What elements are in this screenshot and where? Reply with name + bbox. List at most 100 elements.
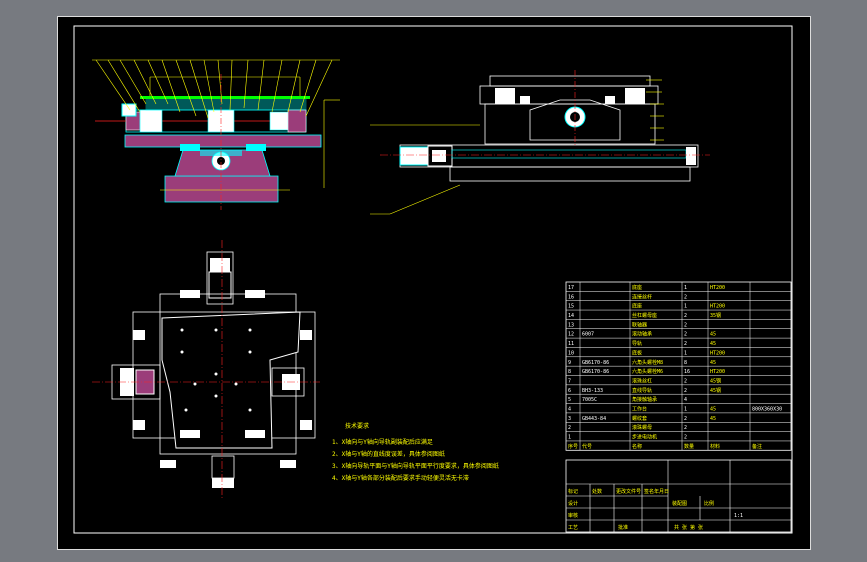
bom-cell-name: 丝杠螺母座 [632, 312, 657, 319]
bom-cell-no: 17 [568, 285, 574, 291]
bom-table: 17 底座 1 HT20016 连接丝杆 215 底座 1 HT20014 丝杠螺母座 2 35钢13… [565, 281, 792, 451]
tb-process: 工艺 [568, 525, 578, 531]
bom-cell-qty: 2 [684, 435, 687, 441]
bom-header-cell: 代号 [582, 443, 592, 450]
bom-cell-material: 45 [710, 407, 716, 413]
tb-check: 审核 [568, 512, 578, 519]
bom-cell-no: 16 [568, 294, 574, 300]
bom-cell-no: 5 [568, 397, 571, 403]
side-view [370, 70, 710, 215]
bom-cell-no: 12 [568, 332, 574, 338]
bom-cell-qty: 16 [684, 369, 690, 375]
bom-cell-qty: 2 [684, 313, 687, 319]
bom-header-cell: 数量 [684, 443, 694, 450]
bom-cell-name: 步进电动机 [632, 434, 657, 441]
tb-label-file: 更改文件号 [616, 488, 641, 495]
bom-cell-qty: 1 [684, 350, 687, 356]
bom-cell-material: HT200 [710, 369, 725, 375]
bom-cell-qty: 1 [684, 407, 687, 413]
title-block: 标记 处数 更改文件号 签名 年月日 设计 审核 工艺 批准 装配图 比例 1:… [565, 459, 792, 533]
tb-label-sign: 签名 [644, 488, 654, 495]
bom-cell-material: HT200 [710, 304, 725, 310]
bom-cell-qty: 2 [684, 294, 687, 300]
bom-cell-no: 4 [568, 407, 571, 413]
bom-cell-qty: 1 [684, 304, 687, 310]
bom-header-cell: 序号 [568, 443, 578, 450]
bom-header-cell: 材料 [710, 443, 720, 450]
bom-cell-name: 滚珠丝杠 [632, 377, 652, 384]
bom-cell-no: 15 [568, 304, 574, 310]
bom-cell-qty: 2 [684, 388, 687, 394]
bom-cell-code: 6007 [582, 332, 594, 338]
bom-cell-no: 9 [568, 360, 571, 366]
bom-cell-material: 35钢 [710, 312, 721, 319]
bom-cell-material: 45钢 [710, 377, 721, 384]
tb-label-mark: 标记 [568, 488, 578, 495]
bom-cell-name: 底座 [632, 303, 642, 310]
tb-sheet: 共 张 第 张 [674, 524, 703, 531]
bom-cell-no: 2 [568, 425, 571, 431]
bom-cell-material: HT200 [710, 350, 725, 356]
tb-scale-label: 比例 [704, 500, 714, 507]
bom-cell-name: 滚珠螺母 [632, 424, 652, 431]
tech-item-4: 4、X轴与Y轴各部分装配后要求手动轻便灵活无卡滞 [332, 474, 469, 482]
bom-cell-material: 45 [710, 341, 716, 347]
bom-cell-material: 45 [710, 360, 716, 366]
tech-item-1: 1、X轴向与Y轴向导轨副装配后应满足 [332, 438, 433, 446]
front-section-view [92, 59, 340, 210]
bom-cell-qty: 8 [684, 360, 687, 366]
bom-cell-no: 3 [568, 416, 571, 422]
tech-item-2: 2、X轴与Y轴的直线度误差，具体参阅图纸 [332, 450, 445, 458]
tech-requirements: 技术要求 1、X轴向与Y轴向导轨副装配后应满足 2、X轴与Y轴的直线度误差，具体… [332, 422, 499, 482]
bom-cell-qty: 1 [684, 285, 687, 291]
bom-cell-name: 连接丝杆 [632, 293, 652, 300]
tb-label-date: 年月日 [654, 488, 669, 495]
bom-cell-code: BH3-133 [582, 388, 603, 394]
bom-cell-material: 45 [710, 332, 716, 338]
bom-cell-name: 底板 [632, 349, 642, 356]
tb-drawing-title: 装配图 [672, 500, 687, 507]
bom-cell-no: 13 [568, 322, 574, 328]
bom-header-cell: 备注 [752, 443, 762, 450]
bom-cell-no: 14 [568, 313, 574, 319]
bom-cell-name: 导轨 [632, 340, 642, 347]
bom-cell-qty: 2 [684, 322, 687, 328]
bom-cell-no: 8 [568, 369, 571, 375]
bom-cell-no: 6 [568, 388, 571, 394]
tb-scale: 1:1 [734, 513, 743, 519]
bom-cell-code: GB443-84 [582, 416, 606, 422]
bom-cell-note: 800X360X30 [752, 407, 782, 413]
bom-cell-material: 45钢 [710, 387, 721, 394]
bom-cell-code: GB6170-86 [582, 360, 609, 366]
tb-approve: 批准 [618, 524, 628, 531]
bom-cell-no: 1 [568, 435, 571, 441]
top-view [92, 240, 320, 500]
bom-cell-qty: 2 [684, 416, 687, 422]
bom-cell-name: 六角头螺栓M6 [632, 368, 663, 375]
bom-cell-qty: 2 [684, 378, 687, 384]
bom-cell-name: 工作台 [632, 406, 647, 413]
bom-cell-qty: 4 [684, 397, 687, 403]
bom-cell-code: 7005C [582, 397, 597, 403]
cad-drawing: 技术要求 1、X轴向与Y轴向导轨副装配后应满足 2、X轴与Y轴的直线度误差，具体… [73, 25, 793, 534]
bom-cell-material: HT200 [710, 285, 725, 291]
bom-cell-qty: 2 [684, 341, 687, 347]
bom-cell-no: 7 [568, 378, 571, 384]
bom-cell-name: 六角头螺栓M8 [632, 359, 663, 366]
tb-design: 设计 [568, 500, 578, 507]
bom-cell-no: 10 [568, 350, 574, 356]
bom-cell-name: 直线导轨 [632, 387, 652, 394]
bom-cell-no: 11 [568, 341, 574, 347]
bom-cell-material: 45 [710, 416, 716, 422]
bom-cell-name: 螺纹套 [632, 415, 647, 422]
bom-cell-code: GB6170-86 [582, 369, 609, 375]
bom-cell-name: 底座 [632, 284, 642, 291]
bom-cell-qty: 2 [684, 425, 687, 431]
bom-header-cell: 名称 [632, 443, 642, 450]
tb-label-count: 处数 [592, 488, 602, 495]
tech-item-3: 3、X轴向导轨平面与Y轴向导轨平面平行度要求，具体参阅图纸 [332, 462, 499, 470]
bom-cell-name: 滚动轴承 [632, 331, 652, 338]
bom-cell-qty: 2 [684, 332, 687, 338]
tech-title: 技术要求 [345, 422, 369, 430]
bom-cell-name: 角接触轴承 [632, 396, 657, 403]
